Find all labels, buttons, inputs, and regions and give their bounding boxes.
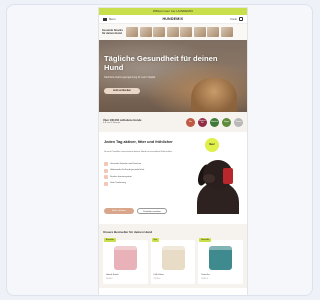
product-price: 31,95 € — [201, 278, 209, 280]
product-card[interactable]: Neu Fell & Haut 27,95 € — [150, 238, 196, 284]
feature-text: Gute Verdauung — [110, 182, 126, 185]
list-item: Gesunde Gelenke und Knochen — [104, 162, 176, 166]
site-logo[interactable]: HUNDEMIX — [162, 17, 183, 21]
dog-image — [193, 154, 241, 214]
list-item: Gute Verdauung — [104, 181, 176, 186]
category-thumb[interactable] — [126, 27, 138, 37]
product-image — [209, 246, 233, 270]
benefits-description: Unsere Produkte unterstützen deinen Hund… — [104, 151, 173, 153]
category-thumb[interactable] — [220, 27, 233, 37]
category-thumb[interactable] — [166, 27, 179, 37]
benefits-section: Jeden Tag aktiver, fitter und fröhlicher… — [99, 132, 247, 224]
product-image — [114, 246, 137, 270]
product-tag: Neu — [151, 238, 159, 242]
category-thumb[interactable] — [193, 27, 206, 37]
menu-icon[interactable] — [103, 17, 107, 21]
cart-icon[interactable] — [239, 17, 243, 21]
check-icon — [104, 181, 108, 186]
check-icon — [104, 162, 108, 166]
feature-text: Starkes Immunsystem — [110, 175, 132, 178]
product-row: Bestseller Gelenk Snack 29,95 € Neu Fell… — [103, 238, 244, 284]
new-sticker: Neu! — [205, 138, 219, 152]
trust-badge: Tierarzt — [234, 117, 243, 127]
feature-text: Glänzendes Fell und gesunde Haut — [110, 169, 145, 172]
category-thumb[interactable] — [153, 27, 165, 37]
promo-bar: Willkommen bei HUNDEMIX — [99, 8, 247, 15]
check-icon — [104, 168, 108, 173]
view-products-button[interactable]: Produkte ansehen — [137, 208, 167, 214]
dog-snout — [203, 174, 215, 183]
header-right: Konto — [230, 17, 243, 21]
trust-text: Über 100.000 zufriedene Hunde 4,8 von 5 … — [103, 119, 163, 125]
hero-dog-image — [191, 78, 237, 112]
trust-badge: Vegan — [222, 117, 231, 127]
list-item: Starkes Immunsystem — [104, 175, 176, 179]
products-section: Unsere Bestseller für deinen Hund Bestse… — [99, 224, 247, 288]
feature-text: Gesunde Gelenke und Knochen — [110, 162, 142, 165]
category-thumb[interactable] — [180, 27, 192, 37]
hero-subtitle: Natürliche Nahrungsergänzung für mehr Vi… — [104, 76, 156, 79]
trust-badge: Natürlich — [210, 117, 219, 127]
preview-card: Willkommen bei HUNDEMIX Menü HUNDEMIX Ko… — [6, 4, 313, 296]
product-name[interactable]: Gelenk Snack — [106, 274, 118, 276]
product-card[interactable]: Bestseller Darm Kur 31,95 € — [198, 238, 244, 284]
product-image — [161, 246, 185, 270]
trust-rating: 4,8 von 5 Sternen — [103, 122, 121, 125]
category-thumbnails — [126, 27, 233, 37]
hero-banner: Tägliche Gesundheit für deinen Hund Natü… — [99, 40, 247, 112]
products-title: Unsere Bestseller für deinen Hund — [103, 230, 153, 234]
trust-badge: Bio — [186, 117, 195, 127]
product-card[interactable]: Bestseller Gelenk Snack 29,95 € — [103, 238, 148, 284]
menu-label[interactable]: Menü — [109, 18, 116, 21]
website-screenshot: Willkommen bei HUNDEMIX Menü HUNDEMIX Ko… — [99, 8, 247, 295]
category-strip: Gesunde Snacks für deinen Hund — [99, 24, 247, 40]
product-tag: Bestseller — [199, 238, 212, 242]
benefits-title: Jeden Tag aktiver, fitter und fröhlicher — [104, 140, 173, 144]
list-item: Glänzendes Fell und gesunde Haut — [104, 168, 176, 173]
check-icon — [104, 175, 108, 179]
dog-collar — [223, 168, 233, 184]
category-strip-text: Gesunde Snacks für deinen Hund — [102, 28, 123, 35]
category-thumb[interactable] — [139, 27, 152, 37]
header-left[interactable]: Menü — [103, 17, 116, 21]
category-thumb[interactable] — [207, 27, 219, 37]
product-name[interactable]: Fell & Haut — [154, 274, 164, 276]
hero-cta-button[interactable]: Jetzt entdecken — [104, 88, 140, 94]
hero-title: Tägliche Gesundheit für deinen Hund — [104, 54, 218, 72]
trust-bar: Über 100.000 zufriedene Hunde 4,8 von 5 … — [99, 112, 247, 132]
account-link[interactable]: Konto — [230, 18, 237, 21]
site-header: Menü HUNDEMIX Konto — [99, 15, 247, 24]
product-price: 27,95 € — [153, 278, 161, 280]
product-name[interactable]: Darm Kur — [201, 274, 210, 276]
learn-more-button[interactable]: Mehr erfahren — [104, 208, 134, 214]
product-price: 29,95 € — [106, 278, 113, 280]
trust-badges: Bio Made in EU Natürlich Vegan Tierarzt — [186, 117, 243, 127]
product-tag: Bestseller — [104, 238, 116, 242]
benefits-list: Gesunde Gelenke und Knochen Glänzendes F… — [104, 162, 176, 188]
trust-badge: Made in EU — [198, 117, 207, 127]
